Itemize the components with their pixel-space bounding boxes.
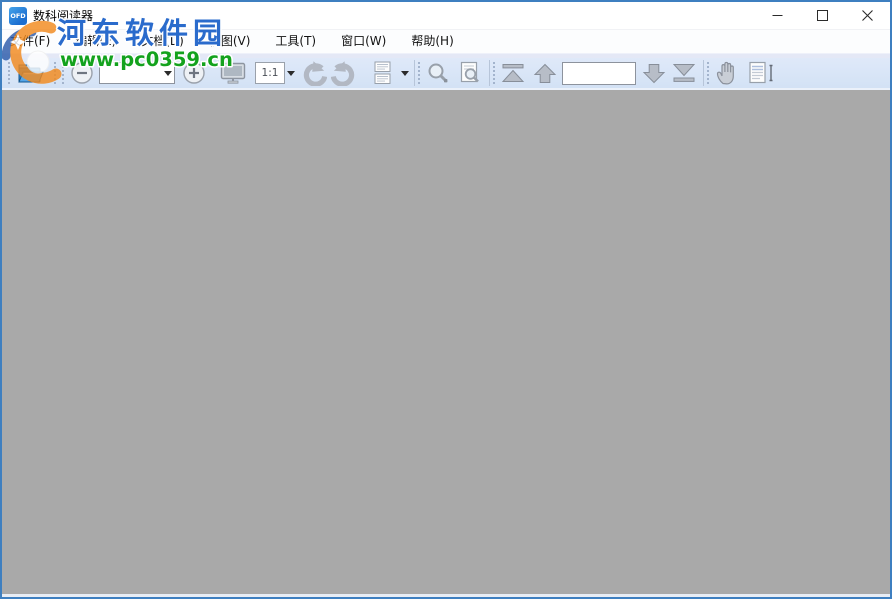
maximize-icon <box>817 10 828 21</box>
chevron-down-icon <box>164 70 172 76</box>
chevron-down-icon <box>401 70 409 76</box>
zoom-level-dropdown-button[interactable] <box>162 60 174 86</box>
menu-view[interactable]: 视图(V) <box>202 30 258 53</box>
app-window: OFD 数科阅读器 文件(F) 编辑(E) 文档(D) 视图(V) 工具(T) … <box>0 0 892 599</box>
toolbar-drag-grip[interactable] <box>417 62 421 84</box>
menu-document[interactable]: 文档(D) <box>134 30 191 53</box>
zoom-tool-button[interactable] <box>423 59 453 87</box>
bottom-strip <box>2 594 890 597</box>
select-text-button[interactable] <box>744 59 778 87</box>
arrow-up-icon <box>533 63 557 83</box>
menu-tools[interactable]: 工具(T) <box>268 30 323 53</box>
toolbar-separator <box>414 60 415 86</box>
window-title: 数科阅读器 <box>33 9 94 23</box>
page-layout-button[interactable] <box>367 59 399 87</box>
last-page-icon <box>672 64 696 82</box>
next-page-button[interactable] <box>639 59 669 87</box>
text-select-icon <box>749 61 773 84</box>
zoom-level-input[interactable] <box>100 66 162 80</box>
menu-file[interactable]: 文件(F) <box>3 30 57 53</box>
toolbar: 1:1 <box>2 58 890 90</box>
menu-help[interactable]: 帮助(H) <box>404 30 460 53</box>
menu-edit[interactable]: 编辑(E) <box>68 30 123 53</box>
document-area[interactable] <box>2 90 890 594</box>
first-page-button[interactable] <box>498 59 528 87</box>
toolbar-separator <box>703 60 704 86</box>
hand-tool-button[interactable] <box>710 59 742 87</box>
actual-size-label: 1:1 <box>261 67 279 79</box>
menu-window[interactable]: 窗口(W) <box>334 30 393 53</box>
window-controls <box>755 2 890 29</box>
close-icon <box>862 10 873 21</box>
minimize-icon <box>772 15 783 16</box>
app-icon-label: OFD <box>10 11 26 20</box>
rotate-left-button[interactable] <box>299 59 329 87</box>
rotate-right-button[interactable] <box>329 59 359 87</box>
toolbar-drag-grip[interactable] <box>492 62 496 84</box>
zoom-level-combobox[interactable] <box>99 62 175 84</box>
page-layout-dropdown-button[interactable] <box>399 60 411 86</box>
minus-circle-icon <box>71 62 93 84</box>
titlebar: OFD 数科阅读器 <box>2 2 890 30</box>
first-page-icon <box>501 64 525 82</box>
actual-size-dropdown-button[interactable] <box>285 60 297 86</box>
app-icon: OFD <box>9 6 27 25</box>
actual-size-button[interactable]: 1:1 <box>255 62 285 84</box>
page-layout-icon <box>374 61 391 84</box>
zoom-in-button[interactable] <box>181 59 207 87</box>
page-magnifier-icon <box>460 61 479 83</box>
prev-page-button[interactable] <box>530 59 560 87</box>
open-file-button[interactable] <box>13 59 47 87</box>
marquee-zoom-button[interactable] <box>455 59 485 87</box>
magnifier-icon <box>428 63 448 83</box>
toolbar-separator <box>489 60 490 86</box>
page-number-input[interactable] <box>562 61 636 85</box>
fit-screen-button[interactable] <box>217 59 249 87</box>
monitor-icon <box>220 62 246 84</box>
arrow-down-icon <box>642 63 666 83</box>
menubar: 文件(F) 编辑(E) 文档(D) 视图(V) 工具(T) 窗口(W) 帮助(H… <box>2 30 890 53</box>
chevron-down-icon <box>287 70 295 76</box>
hand-icon <box>716 61 734 85</box>
toolbar-drag-grip[interactable] <box>53 62 57 84</box>
toolbar-drag-grip[interactable] <box>61 62 65 84</box>
maximize-button[interactable] <box>800 2 845 29</box>
last-page-button[interactable] <box>669 59 699 87</box>
minimize-button[interactable] <box>755 2 800 29</box>
plus-circle-icon <box>183 62 205 84</box>
open-folder-icon <box>18 64 44 83</box>
zoom-out-button[interactable] <box>69 59 95 87</box>
close-button[interactable] <box>845 2 890 29</box>
rotate-right-icon <box>331 61 355 86</box>
toolbar-drag-grip[interactable] <box>7 62 11 84</box>
rotate-left-icon <box>303 61 327 86</box>
